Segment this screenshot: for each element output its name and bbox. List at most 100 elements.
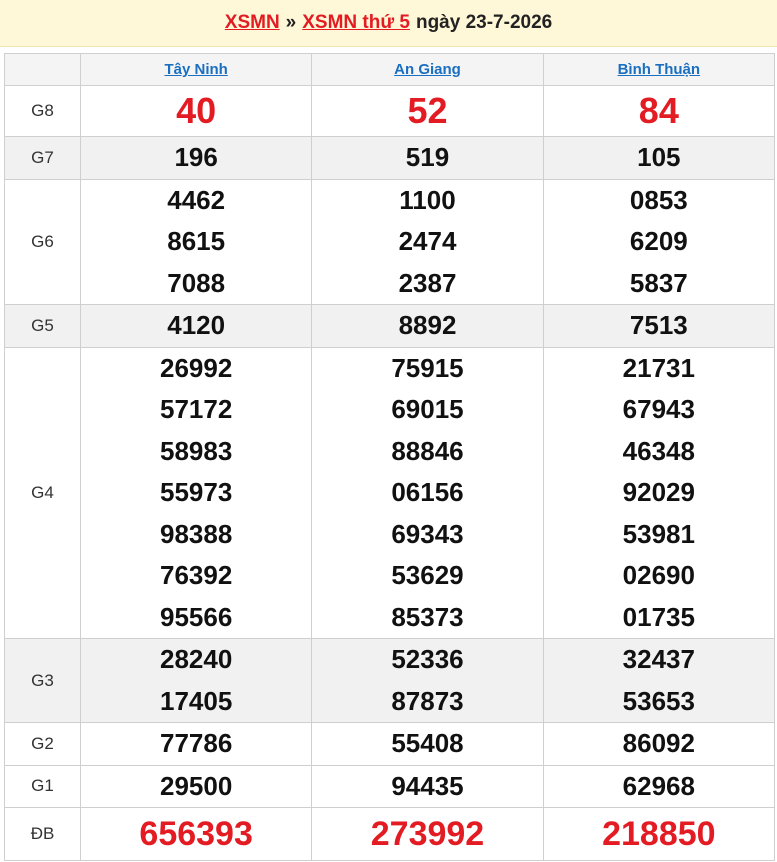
prize-row: ĐB 656393 273992 218850	[4, 807, 776, 861]
province-header: Tây Ninh	[79, 53, 313, 86]
province-link[interactable]: Tây Ninh	[164, 61, 227, 78]
lottery-number: 69015	[391, 394, 464, 424]
lottery-number: 519	[405, 142, 450, 172]
lottery-number: 87873	[391, 685, 464, 716]
lottery-number: 53653	[622, 685, 695, 716]
result-cell: 40	[79, 85, 313, 137]
lottery-number: 53629	[391, 560, 464, 590]
lottery-number: 58983	[160, 435, 233, 466]
result-cell: 0853 6209 5837	[542, 178, 776, 305]
prize-row: G5 4120 8892 7513	[4, 304, 776, 348]
province-header: An Giang	[311, 53, 544, 86]
breadcrumb-separator: »	[285, 12, 297, 33]
lottery-number: 46348	[622, 435, 695, 466]
prize-label: G6	[4, 178, 81, 305]
prize-label: ĐB	[4, 807, 81, 861]
corner-cell	[4, 53, 81, 86]
lottery-number: 77786	[160, 728, 233, 758]
lottery-number: 0853	[629, 184, 688, 215]
lottery-number: 7513	[629, 310, 688, 340]
lottery-number: 40	[176, 90, 217, 131]
result-cell: 52	[311, 85, 544, 137]
result-cell: 4120	[79, 304, 313, 348]
lottery-number: 84	[638, 90, 679, 131]
lottery-number: 85373	[391, 601, 464, 632]
lottery-number: 17405	[160, 685, 233, 716]
result-cell: 55408	[311, 722, 544, 766]
lottery-number: 52336	[391, 644, 464, 674]
result-cell: 75915 69015 88846 06156 69343 53629 85373	[311, 346, 544, 639]
lottery-number: 55408	[391, 728, 464, 758]
result-cell: 26992 57172 58983 55973 98388 76392 95566	[79, 346, 313, 639]
lottery-number: 55973	[160, 477, 233, 507]
lottery-number: 196	[174, 142, 218, 172]
lottery-number: 8615	[167, 226, 226, 256]
lottery-number: 75915	[391, 352, 464, 383]
lottery-number: 88846	[391, 435, 464, 466]
result-cell: 8892	[311, 304, 544, 348]
result-cell: 28240 17405	[79, 638, 313, 723]
result-cell: 273992	[311, 807, 544, 861]
prize-label: G4	[4, 346, 81, 639]
prize-row: G1 29500 94435 62968	[4, 764, 776, 808]
results-table: Tây Ninh An Giang Bình Thuận G8 40 52 84 G7 1…	[4, 53, 776, 861]
prize-label: G3	[4, 638, 81, 723]
lottery-number: 7088	[167, 267, 226, 298]
result-cell: 519	[311, 136, 544, 180]
lottery-number: 4120	[167, 310, 226, 340]
lottery-number: 69343	[391, 518, 464, 549]
xsmn-thu5-link[interactable]: XSMN thứ 5	[302, 12, 410, 34]
result-cell: 32437 53653	[542, 638, 776, 723]
province-link[interactable]: Bình Thuận	[618, 61, 701, 78]
prize-label: G7	[4, 136, 81, 180]
lottery-number: 29500	[160, 770, 233, 801]
lottery-number: 52	[407, 90, 448, 131]
lottery-number: 57172	[160, 394, 233, 424]
result-cell: 196	[79, 136, 313, 180]
lottery-number: 28240	[160, 644, 233, 674]
lottery-number: 4462	[167, 184, 226, 215]
result-cell: 84	[542, 85, 776, 137]
prize-row: G3 28240 17405 52336 87873 32437 53653	[4, 638, 776, 723]
result-cell: 105	[542, 136, 776, 180]
lottery-number: 2387	[398, 267, 457, 298]
lottery-number: 2474	[398, 226, 457, 256]
prize-label: G8	[4, 85, 81, 137]
lottery-number: 02690	[622, 560, 695, 590]
lottery-number: 86092	[622, 728, 695, 758]
prize-row: G7 196 519 105	[4, 136, 776, 180]
prize-row: G6 4462 8615 7088 1100 2474 2387 0853 6209 5837	[4, 178, 776, 305]
result-cell: 77786	[79, 722, 313, 766]
lottery-number: 8892	[398, 310, 457, 340]
lottery-number: 273992	[370, 815, 485, 853]
draw-date: ngày 23-7-2026	[415, 12, 553, 33]
prize-label: G2	[4, 722, 81, 766]
prize-label: G1	[4, 764, 81, 808]
result-cell: 94435	[311, 764, 544, 808]
result-cell: 1100 2474 2387	[311, 178, 544, 305]
lottery-number: 95566	[160, 601, 233, 632]
result-cell: 218850	[542, 807, 776, 861]
lottery-number: 53981	[622, 518, 695, 549]
page-header: XSMN » XSMN thứ 5 ngày 23-7-2026	[0, 0, 777, 47]
xsmn-link[interactable]: XSMN	[225, 12, 280, 34]
lottery-number: 105	[637, 142, 681, 172]
province-header: Bình Thuận	[542, 53, 776, 86]
lottery-number: 26992	[160, 352, 233, 383]
result-cell: 4462 8615 7088	[79, 178, 313, 305]
province-link[interactable]: An Giang	[394, 61, 461, 78]
result-cell: 62968	[542, 764, 776, 808]
lottery-number: 94435	[391, 770, 464, 801]
result-cell: 21731 67943 46348 92029 53981 02690 01735	[542, 346, 776, 639]
lottery-number: 76392	[160, 560, 233, 590]
lottery-number: 98388	[160, 518, 233, 549]
lottery-number: 06156	[391, 477, 464, 507]
prize-row: G8 40 52 84	[4, 85, 776, 137]
lottery-number: 01735	[622, 601, 695, 632]
result-cell: 656393	[79, 807, 313, 861]
lottery-number: 1100	[399, 184, 456, 215]
table-header-row: Tây Ninh An Giang Bình Thuận	[4, 53, 776, 86]
lottery-number: 62968	[622, 770, 695, 801]
result-cell: 86092	[542, 722, 776, 766]
lottery-number: 5837	[629, 267, 688, 298]
